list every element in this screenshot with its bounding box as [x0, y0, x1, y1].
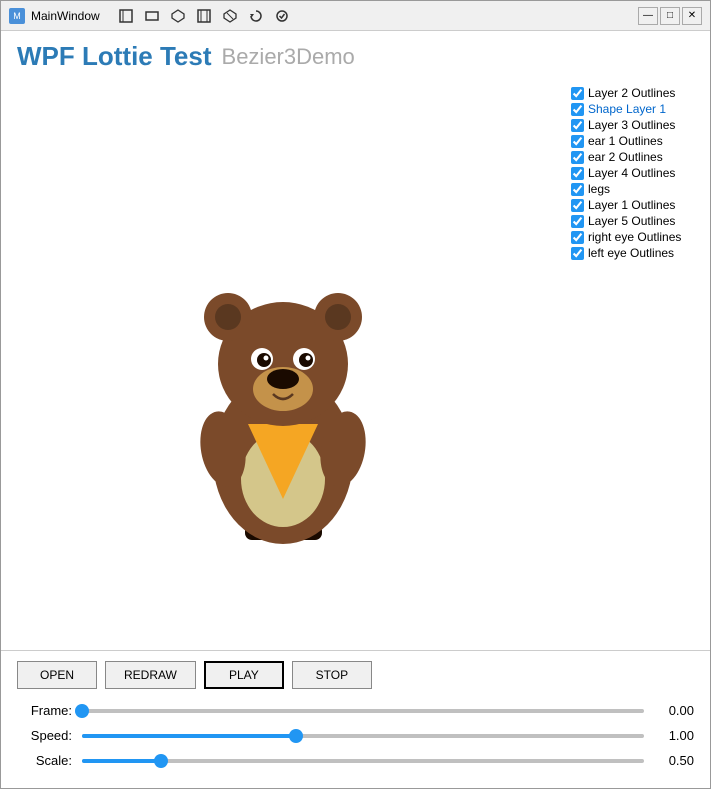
toolbar-btn-4[interactable]	[192, 5, 216, 27]
layer-item-layer2[interactable]: Layer 2 Outlines	[571, 86, 704, 100]
frame-value: 0.00	[654, 703, 694, 718]
layer-label-layer3: Layer 3 Outlines	[588, 118, 675, 132]
layer-item-layer4[interactable]: Layer 4 Outlines	[571, 166, 704, 180]
layer-label-layer4: Layer 4 Outlines	[588, 166, 675, 180]
toolbar-btn-1[interactable]	[114, 5, 138, 27]
layer-label-legs: legs	[588, 182, 610, 196]
redraw-button[interactable]: REDRAW	[105, 661, 196, 689]
scale-value: 0.50	[654, 753, 694, 768]
layer-checkbox-ear2[interactable]	[571, 151, 584, 164]
speed-value: 1.00	[654, 728, 694, 743]
app-header: WPF Lottie Test Bezier3Demo	[1, 31, 710, 78]
open-button[interactable]: OPEN	[17, 661, 97, 689]
layer-checkbox-layer2[interactable]	[571, 87, 584, 100]
scale-slider[interactable]	[82, 759, 644, 763]
layer-checkbox-righteye[interactable]	[571, 231, 584, 244]
layer-checkbox-layer4[interactable]	[571, 167, 584, 180]
layer-item-ear2[interactable]: ear 2 Outlines	[571, 150, 704, 164]
layer-item-lefteye[interactable]: left eye Outlines	[571, 246, 704, 260]
title-bar-left: M MainWindow	[9, 8, 100, 24]
stop-button[interactable]: STOP	[292, 661, 372, 689]
layer-item-righteye[interactable]: right eye Outlines	[571, 230, 704, 244]
layer-item-ear1[interactable]: ear 1 Outlines	[571, 134, 704, 148]
layer-item-shapelayer1[interactable]: Shape Layer 1	[571, 102, 704, 116]
close-button[interactable]: ✕	[682, 7, 702, 25]
speed-slider-row: Speed: 1.00	[17, 728, 694, 743]
toolbar-btn-5[interactable]	[218, 5, 242, 27]
canvas-area	[1, 78, 565, 650]
layer-checkbox-ear1[interactable]	[571, 135, 584, 148]
toolbar-btn-3[interactable]	[166, 5, 190, 27]
app-title-sub: Bezier3Demo	[222, 44, 355, 70]
layer-label-layer5: Layer 5 Outlines	[588, 214, 675, 228]
main-content: Layer 2 Outlines Shape Layer 1 Layer 3 Out…	[1, 78, 710, 650]
layer-item-layer5[interactable]: Layer 5 Outlines	[571, 214, 704, 228]
toolbar-btn-6[interactable]	[244, 5, 268, 27]
play-button[interactable]: PLAY	[204, 661, 284, 689]
layer-label-ear1: ear 1 Outlines	[588, 134, 663, 148]
toolbar-btn-7[interactable]	[270, 5, 294, 27]
layer-label-righteye: right eye Outlines	[588, 230, 681, 244]
layer-checkbox-legs[interactable]	[571, 183, 584, 196]
button-row: OPEN REDRAW PLAY STOP	[17, 661, 694, 689]
app-icon: M	[9, 8, 25, 24]
window-controls: — □ ✕	[638, 7, 702, 25]
frame-label: Frame:	[17, 703, 72, 718]
bear-animation	[173, 179, 393, 549]
layer-checkbox-layer1[interactable]	[571, 199, 584, 212]
layers-sidebar: Layer 2 Outlines Shape Layer 1 Layer 3 Out…	[565, 78, 710, 650]
scale-label: Scale:	[17, 753, 72, 768]
bottom-area: OPEN REDRAW PLAY STOP Frame: 0.00 Speed:…	[1, 650, 710, 788]
layer-checkbox-lefteye[interactable]	[571, 247, 584, 260]
toolbar-btn-2[interactable]	[140, 5, 164, 27]
layer-item-layer1[interactable]: Layer 1 Outlines	[571, 198, 704, 212]
window-title: MainWindow	[31, 9, 100, 23]
layer-checkbox-layer3[interactable]	[571, 119, 584, 132]
maximize-button[interactable]: □	[660, 7, 680, 25]
layer-label-layer1: Layer 1 Outlines	[588, 198, 675, 212]
layer-item-layer3[interactable]: Layer 3 Outlines	[571, 118, 704, 132]
layer-checkbox-shapelayer1[interactable]	[571, 103, 584, 116]
frame-slider-row: Frame: 0.00	[17, 703, 694, 718]
speed-label: Speed:	[17, 728, 72, 743]
app-title-main: WPF Lottie Test	[17, 41, 212, 72]
layer-label-layer2: Layer 2 Outlines	[588, 86, 675, 100]
layer-label-lefteye: left eye Outlines	[588, 246, 674, 260]
layer-label-shapelayer1: Shape Layer 1	[588, 102, 666, 116]
toolbar	[110, 2, 628, 30]
title-bar: M MainWindow	[1, 1, 710, 31]
speed-slider[interactable]	[82, 734, 644, 738]
layer-label-ear2: ear 2 Outlines	[588, 150, 663, 164]
frame-slider[interactable]	[82, 709, 644, 713]
main-window: M MainWindow	[0, 0, 711, 789]
minimize-button[interactable]: —	[638, 7, 658, 25]
scale-slider-row: Scale: 0.50	[17, 753, 694, 768]
layer-item-legs[interactable]: legs	[571, 182, 704, 196]
layer-checkbox-layer5[interactable]	[571, 215, 584, 228]
